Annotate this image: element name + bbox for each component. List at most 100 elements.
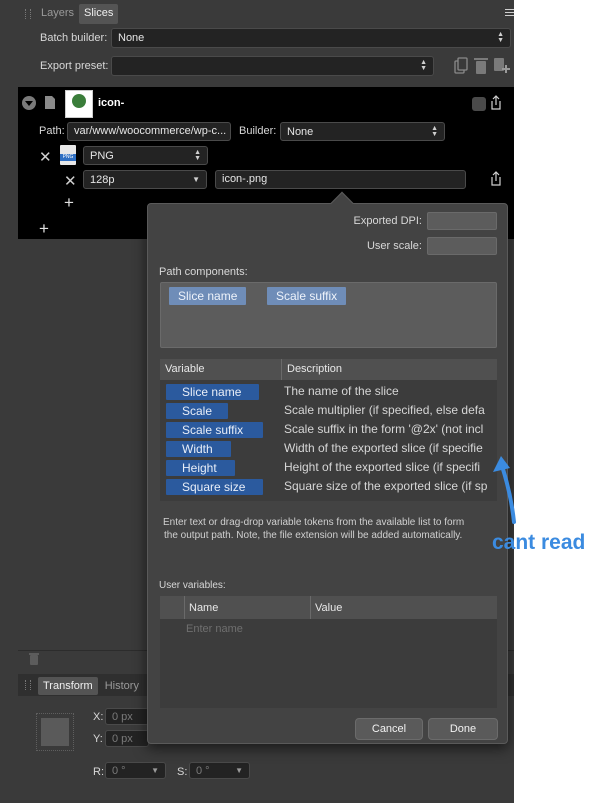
variable-description: Width of the exported slice (if specifie — [284, 441, 483, 455]
png-file-icon-text: PNG — [60, 154, 76, 161]
slice-checkbox[interactable] — [472, 97, 486, 111]
builder-label: Builder: — [239, 125, 277, 137]
y-label: Y: — [93, 733, 103, 745]
user-variables-label: User variables: — [159, 580, 226, 591]
remove-scale-icon[interactable]: ✕ — [64, 172, 77, 190]
exported-dpi-label: Exported DPI: — [353, 215, 422, 227]
tab-layers[interactable]: Layers — [36, 4, 79, 24]
y-field[interactable]: 0 px — [105, 730, 149, 747]
token-scale-suffix[interactable]: Scale suffix — [267, 287, 347, 305]
add-format-icon[interactable]: + — [39, 219, 49, 239]
collapse-toggle-icon[interactable] — [22, 96, 36, 110]
x-label: X: — [93, 711, 104, 723]
variable-token[interactable]: Scale — [166, 403, 228, 419]
slice-name[interactable]: icon- — [98, 97, 124, 109]
help-text-line-1: Enter text or drag-drop variable tokens … — [163, 517, 465, 528]
export-share-icon[interactable] — [489, 171, 503, 187]
panel-menu-icon[interactable] — [505, 9, 514, 16]
x-field[interactable]: 0 px — [105, 708, 149, 725]
variable-column-header: Variable — [165, 363, 205, 375]
variable-description: Scale suffix in the form '@2x' (not incl — [284, 422, 484, 436]
user-scale-label: User scale: — [366, 240, 422, 252]
path-components-box[interactable]: Slice name Scale suffix — [160, 282, 497, 348]
png-file-icon: PNG — [60, 145, 76, 165]
column-divider — [281, 359, 282, 380]
variables-table-header: Variable Description — [160, 359, 497, 380]
chevron-down-icon: ▼ — [192, 175, 200, 184]
user-variable-name-input[interactable]: Enter name — [186, 623, 243, 635]
trash-icon[interactable] — [28, 652, 40, 666]
stepper-arrows-icon: ▲ ▼ — [431, 124, 438, 138]
chevron-down-icon: ▼ — [235, 766, 243, 775]
user-variables-header: Name Value — [160, 596, 497, 619]
variable-description: Height of the exported slice (if specifi — [284, 460, 481, 474]
help-text-line-2: the output path. Note, the file extensio… — [164, 530, 463, 541]
scale-combo[interactable]: 128p ▼ — [83, 170, 207, 189]
variable-description: Square size of the exported slice (if sp — [284, 479, 488, 493]
filename-field[interactable]: icon-.png — [215, 170, 466, 189]
remove-format-icon[interactable]: ✕ — [39, 148, 52, 166]
export-preset-label: Export preset: — [40, 60, 109, 72]
path-components-label: Path components: — [159, 266, 248, 278]
format-value: PNG — [90, 149, 114, 162]
shear-value: 0 ° — [196, 764, 210, 777]
value-column-header: Value — [315, 602, 343, 614]
add-scale-icon[interactable]: + — [64, 193, 74, 213]
tab-transform[interactable]: Transform — [38, 677, 98, 695]
builder-select[interactable]: None ▲ ▼ — [280, 122, 445, 141]
delete-preset-icon[interactable] — [474, 58, 488, 74]
chevron-down-icon: ▼ — [151, 766, 159, 775]
duplicate-preset-icon[interactable] — [454, 57, 468, 74]
format-select[interactable]: PNG ▲ ▼ — [83, 146, 208, 165]
stepper-arrows-icon: ▲ ▼ — [420, 59, 427, 72]
column-divider — [184, 596, 185, 619]
builder-value: None — [287, 125, 314, 138]
bottom-tabs: Transform History N — [38, 677, 164, 695]
done-button[interactable]: Done — [428, 718, 498, 740]
r-label: R: — [93, 766, 104, 778]
path-field[interactable]: var/www/woocommerce/wp-c... — [67, 122, 231, 141]
tab-slices[interactable]: Slices — [79, 4, 119, 24]
batch-builder-label: Batch builder: — [40, 32, 108, 44]
annotation-arrow-icon — [493, 456, 516, 524]
variable-token[interactable]: Scale suffix — [166, 422, 263, 438]
tab-history[interactable]: History — [100, 677, 144, 695]
variable-description: The name of the slice — [284, 384, 399, 398]
stepper-arrows-icon: ▲ ▼ — [194, 148, 201, 162]
rotation-value: 0 ° — [112, 764, 126, 777]
annotation-text: cant read — [492, 531, 586, 554]
variable-token[interactable]: Width — [166, 441, 231, 457]
variable-token[interactable]: Slice name — [166, 384, 259, 400]
panel-grip-icon[interactable] — [25, 680, 31, 690]
add-preset-icon[interactable] — [494, 58, 510, 73]
rotation-field[interactable]: 0 ° ▼ — [105, 762, 166, 779]
panel-tabbar: Layers Slices — [36, 4, 119, 24]
cancel-button[interactable]: Cancel — [355, 718, 423, 740]
token-slice-name[interactable]: Slice name — [169, 287, 247, 305]
variable-description: Scale multiplier (if specified, else def… — [284, 403, 485, 417]
anchor-selector[interactable] — [36, 713, 74, 751]
variable-token[interactable]: Square size — [166, 479, 263, 495]
panel-grip-icon[interactable] — [25, 9, 31, 19]
name-column-header: Name — [189, 602, 219, 614]
path-builder-popover: Exported DPI: User scale: Path component… — [147, 191, 508, 744]
variables-table: Variable Description Slice name The name… — [160, 359, 497, 501]
exported-dpi-field[interactable] — [427, 212, 497, 230]
user-variables-table: Name Value Enter name — [160, 596, 497, 708]
stepper-arrows-icon: ▲ ▼ — [497, 31, 504, 44]
shear-field[interactable]: 0 ° ▼ — [189, 762, 250, 779]
scale-value: 128p — [90, 173, 115, 186]
batch-builder-select[interactable]: None ▲ ▼ — [111, 28, 511, 48]
user-scale-field[interactable] — [427, 237, 497, 255]
path-label: Path: — [39, 125, 65, 137]
export-preset-select[interactable]: ▲ ▼ — [111, 56, 434, 76]
slices-panel-window: Layers Slices Batch builder: None ▲ ▼ Exp… — [0, 0, 514, 803]
description-column-header: Description — [287, 363, 343, 375]
variable-token[interactable]: Height — [166, 460, 235, 476]
column-divider — [310, 596, 311, 619]
document-icon — [45, 96, 55, 109]
s-label: S: — [177, 766, 188, 778]
slice-thumbnail — [65, 90, 93, 118]
batch-builder-value: None — [118, 32, 145, 44]
export-share-icon[interactable] — [489, 95, 503, 111]
